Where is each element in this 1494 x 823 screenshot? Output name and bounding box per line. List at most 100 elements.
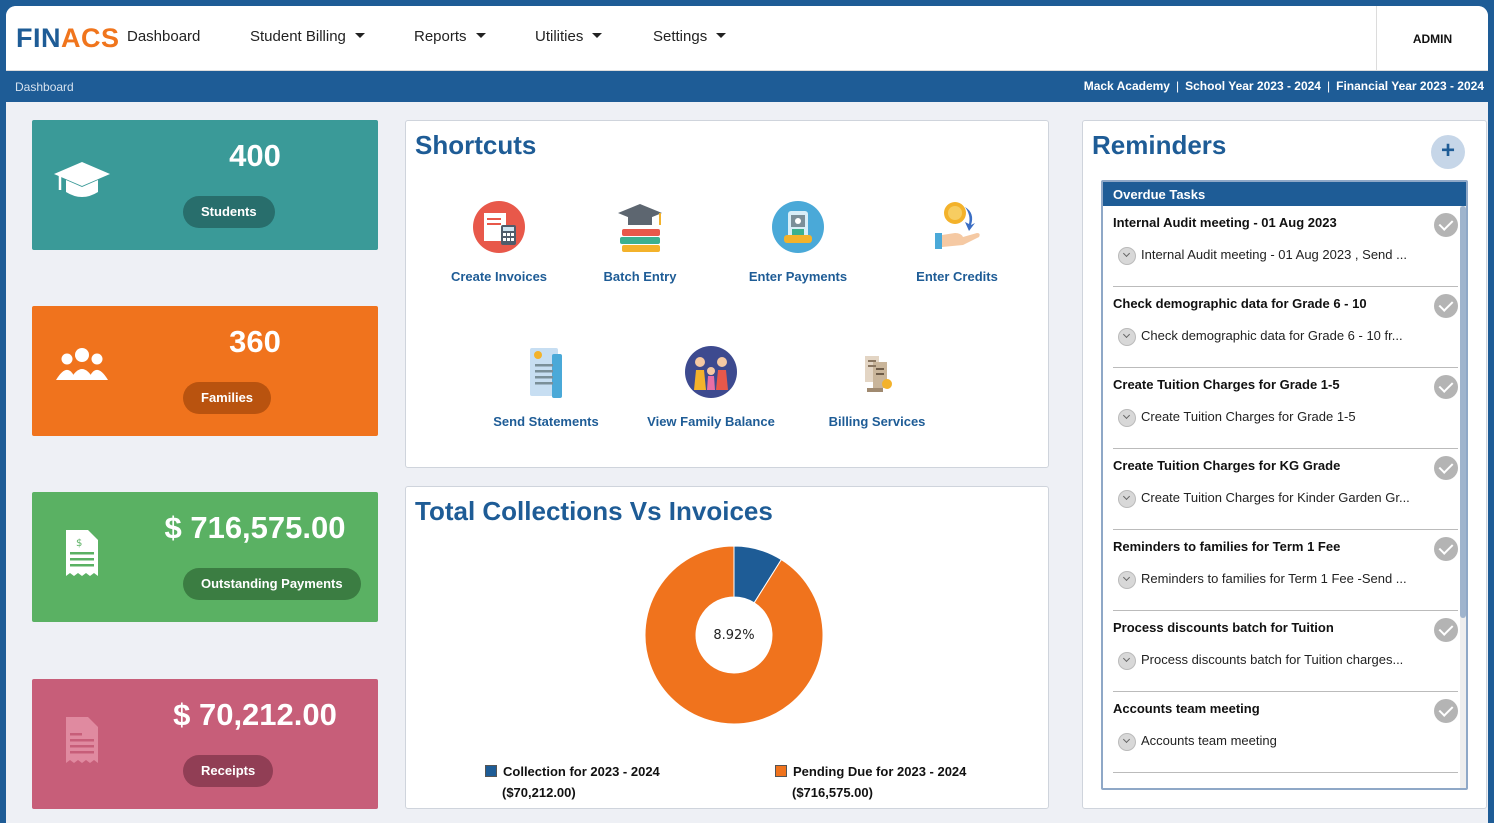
task-detail: Internal Audit meeting - 01 Aug 2023 , S…: [1141, 247, 1407, 262]
nav-utilities[interactable]: Utilities: [535, 28, 603, 45]
task-title: Reminders to families for Term 1 Fee: [1113, 539, 1341, 554]
receipts-card[interactable]: $ 70,212.00 Receipts: [32, 679, 378, 809]
app-frame: FINACS Dashboard Student Billing Reports…: [6, 6, 1488, 823]
outstanding-label: Outstanding Payments: [183, 568, 361, 600]
families-label: Families: [183, 382, 272, 414]
send-statements-icon: [530, 348, 562, 398]
task-item[interactable]: Create Tuition Charges for KG Grade Creat…: [1113, 449, 1458, 530]
collections-panel: Total Collections Vs Invoices 8.92% Coll…: [405, 486, 1049, 809]
shortcut-enter-credits[interactable]: Enter Credits: [882, 199, 1032, 284]
expand-chevron-icon[interactable]: [1118, 652, 1136, 670]
expand-chevron-icon[interactable]: [1118, 328, 1136, 346]
legend-pending[interactable]: Pending Due for 2023 - 2024 ($716,575.00…: [775, 764, 966, 800]
task-detail: Accounts team meeting: [1141, 733, 1277, 748]
expand-chevron-icon[interactable]: [1118, 490, 1136, 508]
shortcut-billing-services[interactable]: Billing Services: [802, 344, 952, 429]
chevron-down-icon: [716, 33, 727, 38]
task-item[interactable]: Check demographic data for Grade 6 - 10 C…: [1113, 287, 1458, 368]
shortcuts-title: Shortcuts: [415, 130, 537, 160]
task-title: Accounts team meeting: [1113, 701, 1260, 716]
families-card[interactable]: 360 Families: [32, 306, 378, 436]
legend-swatch-pending: [775, 765, 787, 777]
outstanding-amount: $ 716,575.00: [164, 510, 346, 545]
check-circle-icon[interactable]: [1434, 537, 1458, 561]
legend-collection[interactable]: Collection for 2023 - 2024 ($70,212.00): [485, 764, 660, 800]
create-invoices-icon: [473, 201, 525, 253]
students-card[interactable]: 400 Students: [32, 120, 378, 250]
top-navbar: FINACS Dashboard Student Billing Reports…: [6, 6, 1488, 71]
school-year: School Year 2023 - 2024: [1185, 79, 1321, 93]
overdue-tasks-list: Overdue Tasks Internal Audit meeting - 0…: [1101, 180, 1468, 790]
svg-text:$: $: [76, 538, 82, 549]
context-info: Mack Academy | School Year 2023 - 2024 | Fin…: [1083, 79, 1484, 93]
students-label: Students: [183, 196, 275, 228]
families-count: 360: [229, 324, 281, 359]
task-item[interactable]: Internal Audit meeting - 01 Aug 2023 Inte…: [1113, 206, 1458, 287]
check-circle-icon[interactable]: [1434, 375, 1458, 399]
expand-chevron-icon[interactable]: [1118, 733, 1136, 751]
outstanding-card[interactable]: $ $ 716,575.00 Outstanding Payments: [32, 492, 378, 622]
shortcut-view-family-balance[interactable]: View Family Balance: [636, 344, 786, 429]
task-detail: Create Tuition Charges for Kinder Garden…: [1141, 490, 1410, 505]
expand-chevron-icon[interactable]: [1118, 247, 1136, 265]
shortcuts-panel: Shortcuts Create Invoices Batch Entry En…: [405, 120, 1049, 468]
graduation-cap-icon: [54, 162, 110, 197]
students-count: 400: [229, 138, 281, 173]
legend-swatch-collection: [485, 765, 497, 777]
check-circle-icon[interactable]: [1434, 213, 1458, 237]
financial-year: Financial Year 2023 - 2024: [1336, 79, 1484, 93]
receipts-label: Receipts: [183, 755, 274, 787]
donut-center-label: 8.92%: [713, 628, 754, 643]
users-icon: [56, 348, 108, 380]
reminders-title: Reminders: [1092, 130, 1227, 160]
invoice-icon: $: [66, 530, 98, 576]
task-item[interactable]: Accounts team meeting Accounts team meeti…: [1113, 692, 1458, 773]
school-name: Mack Academy: [1083, 79, 1170, 93]
task-detail: Reminders to families for Term 1 Fee -Se…: [1141, 571, 1407, 586]
chevron-down-icon: [475, 33, 486, 38]
task-list: Internal Audit meeting - 01 Aug 2023 Inte…: [1103, 206, 1466, 773]
context-bar: Dashboard Mack Academy | School Year 2023 …: [6, 71, 1488, 102]
nav-dashboard[interactable]: Dashboard: [127, 28, 200, 45]
receipt-icon: [66, 717, 98, 763]
task-title: Internal Audit meeting - 01 Aug 2023: [1113, 215, 1337, 230]
collections-title: Total Collections Vs Invoices: [415, 496, 773, 526]
breadcrumb[interactable]: Dashboard: [15, 80, 74, 94]
check-circle-icon[interactable]: [1434, 699, 1458, 723]
check-circle-icon[interactable]: [1434, 294, 1458, 318]
nav-settings[interactable]: Settings: [653, 28, 727, 45]
nav-student-billing[interactable]: Student Billing: [250, 28, 365, 45]
shortcut-create-invoices[interactable]: Create Invoices: [424, 199, 574, 284]
expand-chevron-icon[interactable]: [1118, 571, 1136, 589]
batch-entry-icon: [618, 204, 662, 252]
finacs-logo[interactable]: FINACS: [16, 23, 120, 54]
expand-chevron-icon[interactable]: [1118, 409, 1136, 427]
receipts-amount: $ 70,212.00: [173, 697, 337, 732]
add-reminder-button[interactable]: +: [1431, 135, 1465, 169]
task-item[interactable]: Process discounts batch for Tuition Proce…: [1113, 611, 1458, 692]
task-item[interactable]: Reminders to families for Term 1 Fee Remi…: [1113, 530, 1458, 611]
shortcut-send-statements[interactable]: Send Statements: [471, 344, 621, 429]
scrollbar-thumb[interactable]: [1460, 206, 1466, 618]
chevron-down-icon: [592, 33, 603, 38]
check-circle-icon[interactable]: [1434, 618, 1458, 642]
task-detail: Process discounts batch for Tuition char…: [1141, 652, 1404, 667]
task-item[interactable]: Create Tuition Charges for Grade 1-5 Crea…: [1113, 368, 1458, 449]
billing-services-icon: [865, 356, 892, 392]
collections-donut-chart: 8.92%: [644, 545, 824, 725]
task-title: Process discounts batch for Tuition: [1113, 620, 1334, 635]
task-title: Create Tuition Charges for KG Grade: [1113, 458, 1341, 473]
chevron-down-icon: [354, 33, 365, 38]
family-balance-icon: [685, 346, 737, 398]
check-circle-icon[interactable]: [1434, 456, 1458, 480]
enter-payments-icon: [772, 201, 824, 253]
overdue-tasks-header: Overdue Tasks: [1103, 182, 1466, 206]
task-detail: Check demographic data for Grade 6 - 10 …: [1141, 328, 1403, 343]
nav-reports[interactable]: Reports: [414, 28, 486, 45]
enter-credits-icon: [935, 202, 980, 249]
shortcut-batch-entry[interactable]: Batch Entry: [565, 199, 715, 284]
task-title: Check demographic data for Grade 6 - 10: [1113, 296, 1367, 311]
user-menu[interactable]: ADMIN: [1376, 6, 1488, 71]
shortcut-enter-payments[interactable]: Enter Payments: [723, 199, 873, 284]
task-title: Create Tuition Charges for Grade 1-5: [1113, 377, 1340, 392]
